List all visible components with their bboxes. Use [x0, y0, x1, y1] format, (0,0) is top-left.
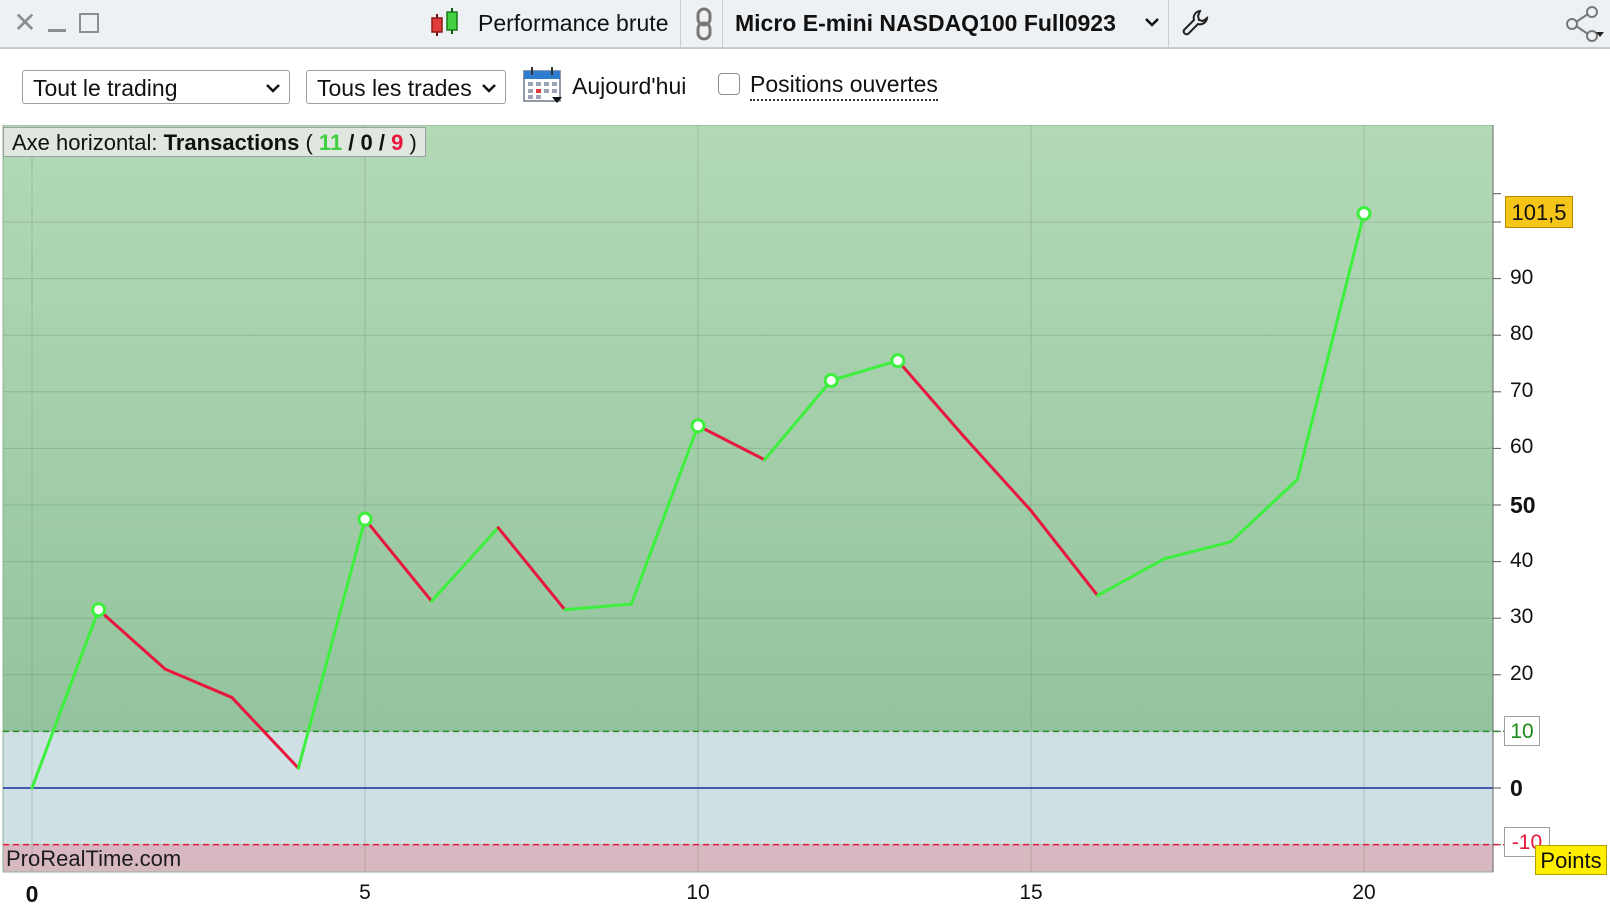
filter-toolbar: Tout le trading Tous les trades Aujourd'… — [0, 49, 1610, 125]
trades-filter-select[interactable]: Tous les trades — [306, 70, 506, 104]
units-badge: Points — [1535, 845, 1607, 875]
today-button[interactable]: Aujourd'hui — [572, 69, 686, 103]
open-positions-checkbox[interactable] — [718, 73, 740, 95]
paren-close: ) — [403, 130, 417, 155]
x-tick-label: 0 — [25, 881, 39, 907]
y-tick-label: 80 — [1510, 322, 1534, 346]
title-separator — [722, 0, 723, 47]
paren-open: ( — [299, 130, 319, 155]
chart-canvas[interactable] — [0, 125, 1610, 916]
share-icon[interactable] — [1562, 4, 1606, 44]
chevron-down-icon[interactable] — [1144, 12, 1160, 32]
report-title: Performance brute — [478, 10, 669, 36]
y-tick-label: 0 — [1510, 775, 1523, 801]
maximize-icon[interactable] — [78, 10, 100, 36]
candlestick-icon — [431, 8, 458, 36]
axis-caption-name: Transactions — [163, 130, 300, 155]
equity-high-marker — [1356, 206, 1372, 222]
neutral-count: 0 — [360, 130, 373, 155]
equity-high-marker — [690, 418, 706, 434]
x-tick-label: 15 — [1019, 881, 1043, 904]
wrench-icon[interactable] — [1180, 8, 1210, 38]
y-tick-label: 60 — [1510, 435, 1534, 459]
title-separator — [1168, 0, 1169, 47]
loss-zone — [3, 844, 1493, 872]
chevron-down-icon — [266, 84, 280, 93]
axis-caption: Axe horizontal: Transactions ( 11 / 0 / … — [3, 127, 426, 157]
calendar-icon[interactable] — [522, 65, 564, 105]
equity-high-marker — [890, 353, 906, 369]
trading-scope-select[interactable]: Tout le trading — [22, 70, 290, 104]
equity-high-marker — [357, 511, 373, 527]
performance-chart[interactable] — [0, 125, 1610, 916]
watermark: ProRealTime.com — [6, 846, 182, 871]
open-positions-label[interactable]: Positions ouvertes — [750, 69, 938, 101]
x-tick-label: 10 — [686, 881, 710, 904]
trades-filter-value: Tous les trades — [317, 75, 472, 101]
upper-threshold-label: 10 — [1504, 716, 1540, 746]
link-icon[interactable] — [693, 6, 715, 42]
win-count: 11 — [318, 130, 343, 155]
equity-high-marker — [91, 602, 107, 618]
y-tick-label: 30 — [1510, 605, 1534, 629]
count-separator: / — [342, 130, 361, 155]
y-tick-label: 40 — [1510, 548, 1534, 572]
title-separator — [680, 0, 681, 47]
x-tick-label: 5 — [359, 881, 371, 904]
chevron-down-icon — [482, 84, 496, 93]
y-tick-label: 20 — [1510, 661, 1534, 685]
x-tick-label: 20 — [1352, 881, 1376, 904]
y-tick-label: 90 — [1510, 265, 1534, 289]
title-bar: ✕ Performance brute Micro E-mini NASDAQ1… — [0, 0, 1610, 49]
y-tick-label: 50 — [1510, 492, 1536, 518]
equity-high-marker — [823, 372, 839, 388]
count-separator: / — [372, 130, 392, 155]
minimize-icon[interactable] — [46, 10, 68, 36]
instrument-selector[interactable]: Micro E-mini NASDAQ100 Full0923 — [735, 8, 1116, 38]
trading-scope-value: Tout le trading — [33, 75, 178, 101]
loss-count: 9 — [391, 130, 404, 155]
profit-zone — [3, 125, 1493, 732]
last-value-badge: 101,5 — [1505, 196, 1573, 228]
close-icon[interactable]: ✕ — [12, 9, 38, 37]
axis-caption-prefix: Axe horizontal: — [12, 130, 164, 155]
y-tick-label: 70 — [1510, 378, 1534, 402]
